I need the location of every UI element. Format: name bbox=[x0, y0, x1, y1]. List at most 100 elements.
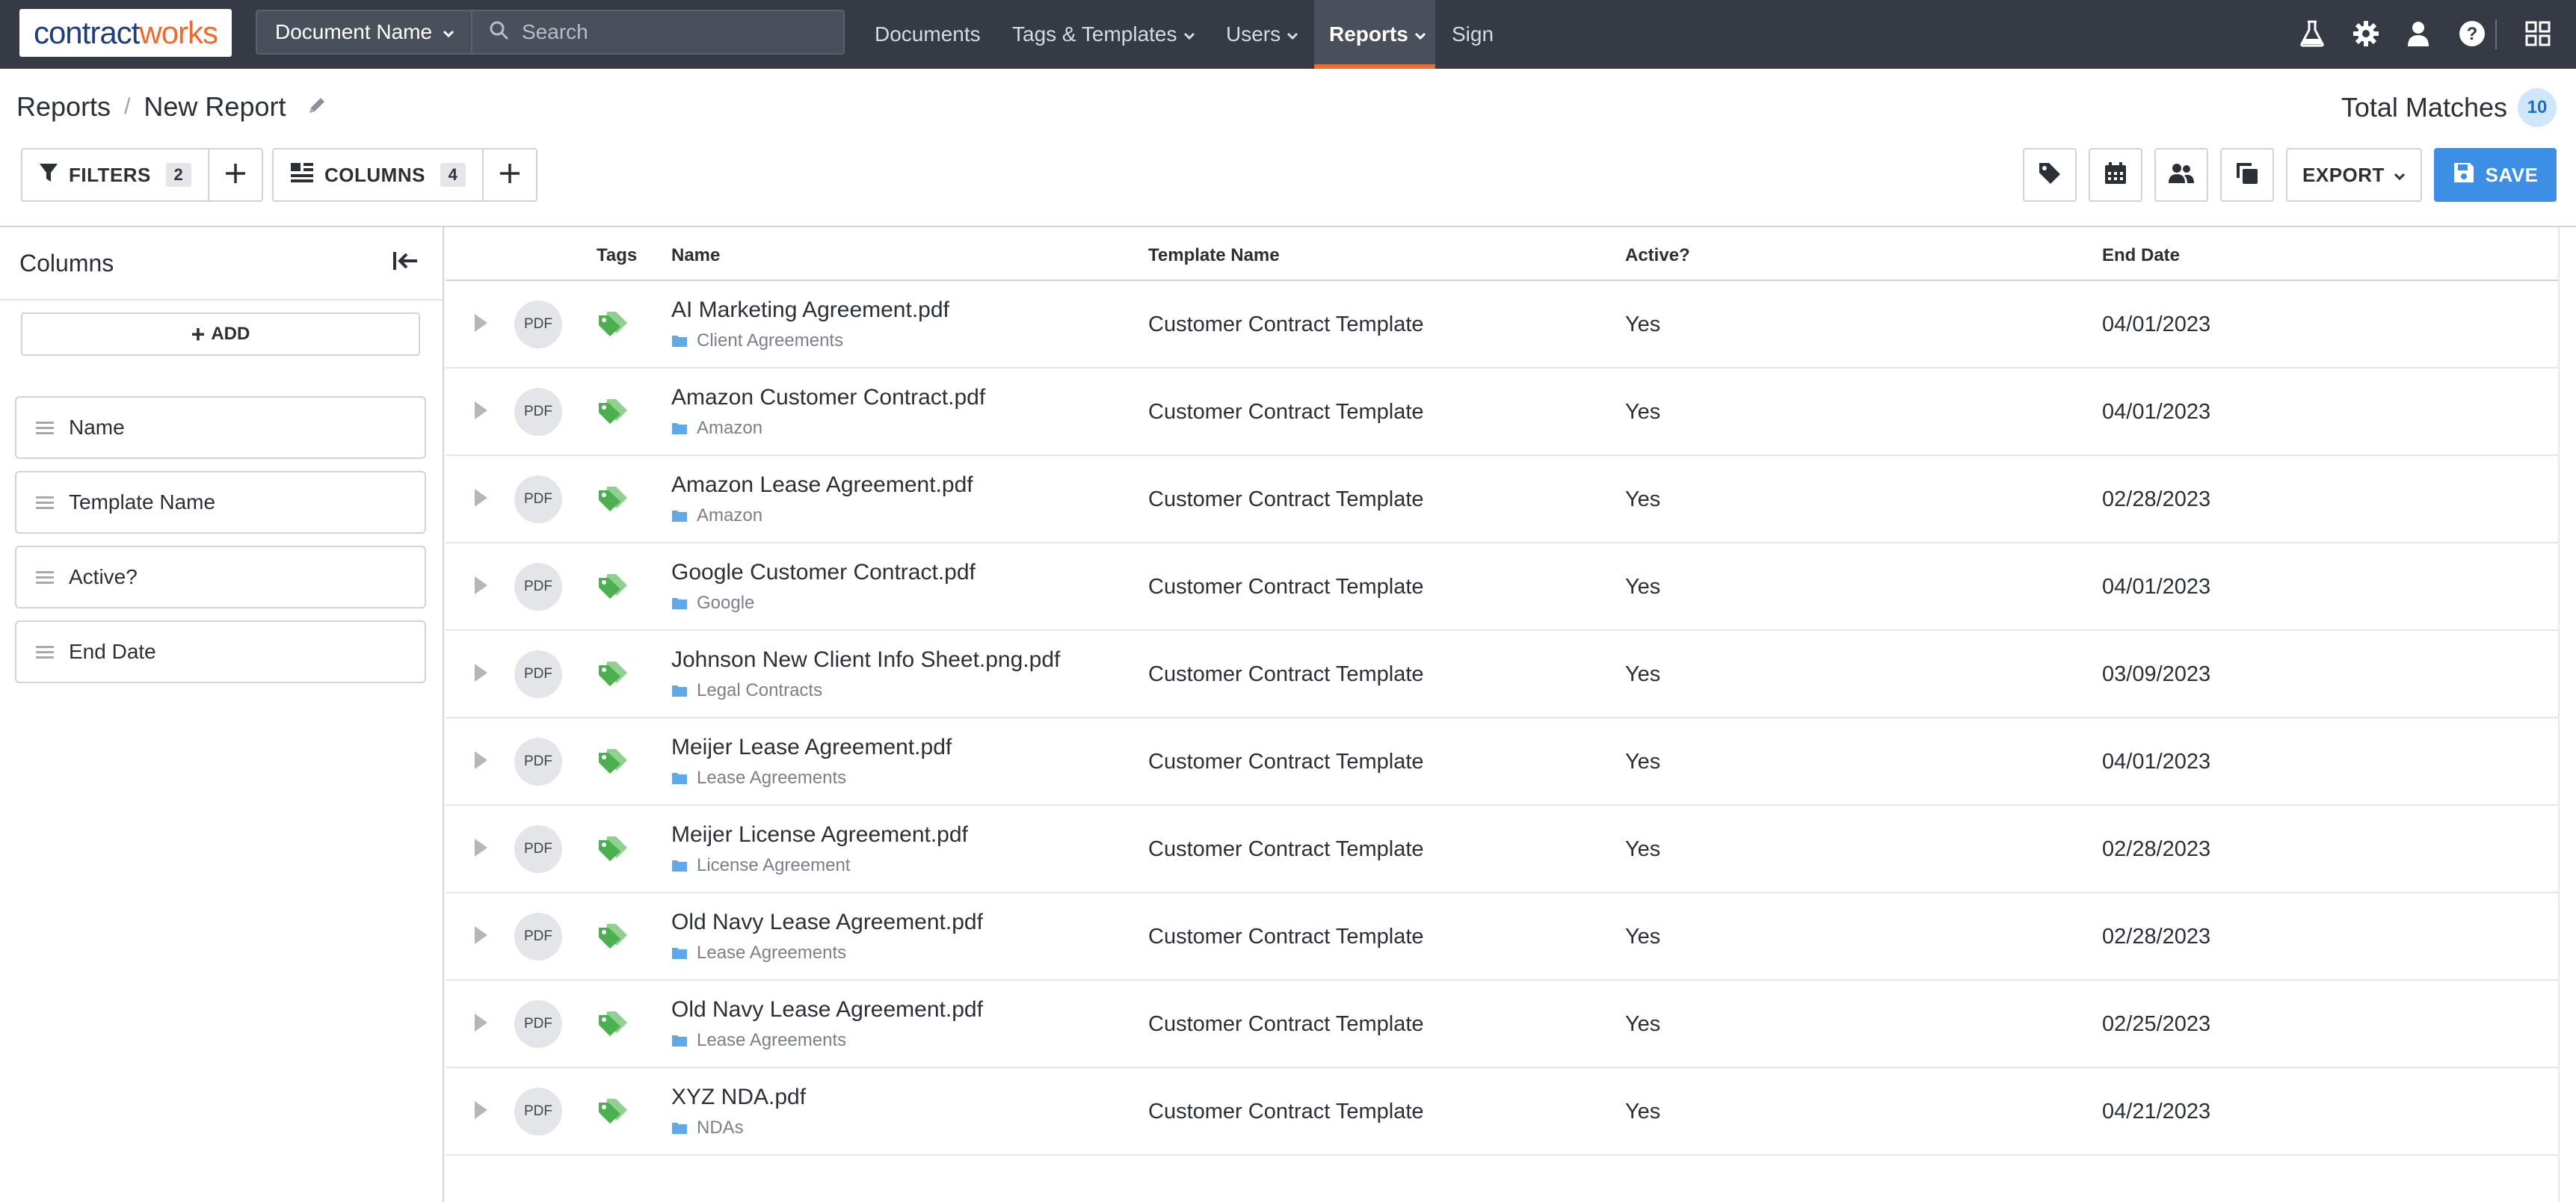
expand-caret-icon[interactable] bbox=[472, 400, 489, 425]
tags-icon[interactable] bbox=[597, 1009, 629, 1041]
tags-icon[interactable] bbox=[597, 922, 629, 954]
table-row[interactable]: PDF Meijer Lease Agreement.pdf Lease Agr… bbox=[446, 718, 2558, 806]
folder-label: License Agreement bbox=[697, 855, 851, 875]
plus-icon: + bbox=[191, 320, 206, 348]
share-users-button[interactable] bbox=[2154, 148, 2208, 202]
document-name-link[interactable]: Old Navy Lease Agreement.pdf bbox=[671, 997, 983, 1023]
document-name-link[interactable]: Amazon Customer Contract.pdf bbox=[671, 385, 985, 410]
search-scope-dropdown[interactable]: Document Name bbox=[256, 10, 472, 55]
table-row[interactable]: PDF AI Marketing Agreement.pdf Client Ag… bbox=[446, 281, 2558, 369]
table-row[interactable]: PDF Johnson New Client Info Sheet.png.pd… bbox=[446, 631, 2558, 718]
header-template-name[interactable]: Template Name bbox=[1148, 245, 1280, 266]
flask-icon[interactable] bbox=[2295, 16, 2329, 51]
document-name-link[interactable]: Johnson New Client Info Sheet.png.pdf bbox=[671, 647, 1060, 673]
tag-filter-button[interactable] bbox=[2023, 148, 2077, 202]
nav-sign[interactable]: Sign bbox=[1452, 0, 1494, 69]
expand-caret-icon[interactable] bbox=[472, 1012, 489, 1037]
document-folder[interactable]: NDAs bbox=[671, 1118, 744, 1138]
table-row[interactable]: PDF Old Navy Lease Agreement.pdf Lease A… bbox=[446, 981, 2558, 1068]
add-filter-button[interactable] bbox=[209, 150, 262, 200]
nav-users[interactable]: Users bbox=[1226, 0, 1298, 69]
nav-tags-templates[interactable]: Tags & Templates bbox=[1012, 0, 1195, 69]
tags-icon[interactable] bbox=[597, 659, 629, 691]
nav-reports[interactable]: Reports bbox=[1314, 0, 1435, 69]
header-end-date[interactable]: End Date bbox=[2102, 245, 2180, 266]
tags-icon[interactable] bbox=[597, 484, 629, 517]
document-folder[interactable]: Amazon bbox=[671, 505, 762, 526]
help-icon[interactable]: ? bbox=[2455, 16, 2489, 51]
document-name-link[interactable]: AI Marketing Agreement.pdf bbox=[671, 298, 949, 323]
apps-grid-icon[interactable] bbox=[2521, 16, 2555, 51]
pencil-icon[interactable] bbox=[306, 91, 327, 123]
table-row[interactable]: PDF Google Customer Contract.pdf Google … bbox=[446, 543, 2558, 631]
breadcrumb-reports-link[interactable]: Reports bbox=[16, 91, 111, 123]
column-item-active[interactable]: Active? bbox=[15, 546, 426, 608]
document-name-link[interactable]: Old Navy Lease Agreement.pdf bbox=[671, 910, 983, 935]
document-folder[interactable]: Lease Agreements bbox=[671, 943, 846, 964]
column-item-name[interactable]: Name bbox=[15, 396, 426, 459]
table-row[interactable]: PDF Meijer License Agreement.pdf License… bbox=[446, 806, 2558, 893]
search-box[interactable] bbox=[472, 10, 845, 55]
export-dropdown-button[interactable]: EXPORT bbox=[2286, 148, 2422, 202]
document-name-link[interactable]: XYZ NDA.pdf bbox=[671, 1085, 806, 1110]
expand-caret-icon[interactable] bbox=[472, 750, 489, 774]
folder-label: Google bbox=[697, 593, 755, 613]
filters-button[interactable]: FILTERS 2 bbox=[22, 150, 209, 200]
document-folder[interactable]: Lease Agreements bbox=[671, 1030, 846, 1051]
drag-handle-icon[interactable] bbox=[36, 416, 54, 440]
expand-caret-icon[interactable] bbox=[472, 837, 489, 862]
table-row[interactable]: PDF Old Navy Lease Agreement.pdf Lease A… bbox=[446, 893, 2558, 981]
nav-documents[interactable]: Documents bbox=[875, 0, 981, 69]
drag-handle-icon[interactable] bbox=[36, 490, 54, 514]
column-item-end-date[interactable]: End Date bbox=[15, 620, 426, 683]
folder-label: Legal Contracts bbox=[697, 680, 823, 700]
table-row[interactable]: PDF XYZ NDA.pdf NDAs Customer Contract T… bbox=[446, 1068, 2558, 1156]
column-item-template-name[interactable]: Template Name bbox=[15, 471, 426, 534]
add-column-button[interactable] bbox=[484, 150, 536, 200]
tags-icon[interactable] bbox=[597, 1097, 629, 1129]
document-folder[interactable]: Client Agreements bbox=[671, 330, 843, 351]
document-folder[interactable]: Google bbox=[671, 593, 754, 614]
tags-icon[interactable] bbox=[597, 572, 629, 604]
drag-handle-icon[interactable] bbox=[36, 640, 54, 664]
search-input[interactable] bbox=[522, 20, 821, 44]
document-folder[interactable]: License Agreement bbox=[671, 855, 850, 876]
expand-caret-icon[interactable] bbox=[472, 312, 489, 337]
table-row[interactable]: PDF Amazon Lease Agreement.pdf Amazon Cu… bbox=[446, 456, 2558, 543]
gear-icon[interactable] bbox=[2349, 16, 2383, 51]
table-scrollbar-track[interactable] bbox=[2558, 227, 2560, 1202]
tags-icon[interactable] bbox=[597, 397, 629, 429]
user-icon[interactable] bbox=[2401, 16, 2435, 51]
drag-handle-icon[interactable] bbox=[36, 565, 54, 589]
header-name[interactable]: Name bbox=[671, 245, 720, 266]
pdf-file-icon: PDF bbox=[514, 650, 562, 698]
expand-caret-icon[interactable] bbox=[472, 575, 489, 600]
expand-caret-icon[interactable] bbox=[472, 487, 489, 512]
header-active[interactable]: Active? bbox=[1625, 245, 1690, 266]
document-name-link[interactable]: Amazon Lease Agreement.pdf bbox=[671, 472, 973, 498]
add-column-panel-button[interactable]: + ADD bbox=[21, 312, 420, 356]
document-name-link[interactable]: Meijer Lease Agreement.pdf bbox=[671, 735, 952, 760]
document-folder[interactable]: Lease Agreements bbox=[671, 768, 846, 789]
tags-icon[interactable] bbox=[597, 747, 629, 779]
expand-caret-icon[interactable] bbox=[472, 1100, 489, 1124]
expand-caret-icon[interactable] bbox=[472, 925, 489, 949]
contractworks-logo[interactable]: contract works bbox=[19, 9, 232, 57]
collapse-panel-icon[interactable] bbox=[392, 250, 419, 276]
tags-icon[interactable] bbox=[597, 834, 629, 866]
duplicate-report-button[interactable] bbox=[2220, 148, 2274, 202]
document-folder[interactable]: Amazon bbox=[671, 418, 762, 439]
save-button[interactable]: SAVE bbox=[2434, 148, 2557, 202]
nav-documents-label: Documents bbox=[875, 22, 981, 46]
active-cell: Yes bbox=[1625, 400, 1661, 424]
columns-button[interactable]: COLUMNS 4 bbox=[274, 150, 484, 200]
tags-icon[interactable] bbox=[597, 309, 629, 342]
expand-caret-icon[interactable] bbox=[472, 662, 489, 687]
folder-label: Lease Agreements bbox=[697, 943, 847, 963]
date-filter-button[interactable] bbox=[2089, 148, 2142, 202]
document-name-link[interactable]: Meijer License Agreement.pdf bbox=[671, 822, 968, 848]
table-row[interactable]: PDF Amazon Customer Contract.pdf Amazon … bbox=[446, 369, 2558, 456]
header-tags[interactable]: Tags bbox=[597, 245, 637, 266]
document-folder[interactable]: Legal Contracts bbox=[671, 680, 822, 701]
document-name-link[interactable]: Google Customer Contract.pdf bbox=[671, 560, 976, 585]
